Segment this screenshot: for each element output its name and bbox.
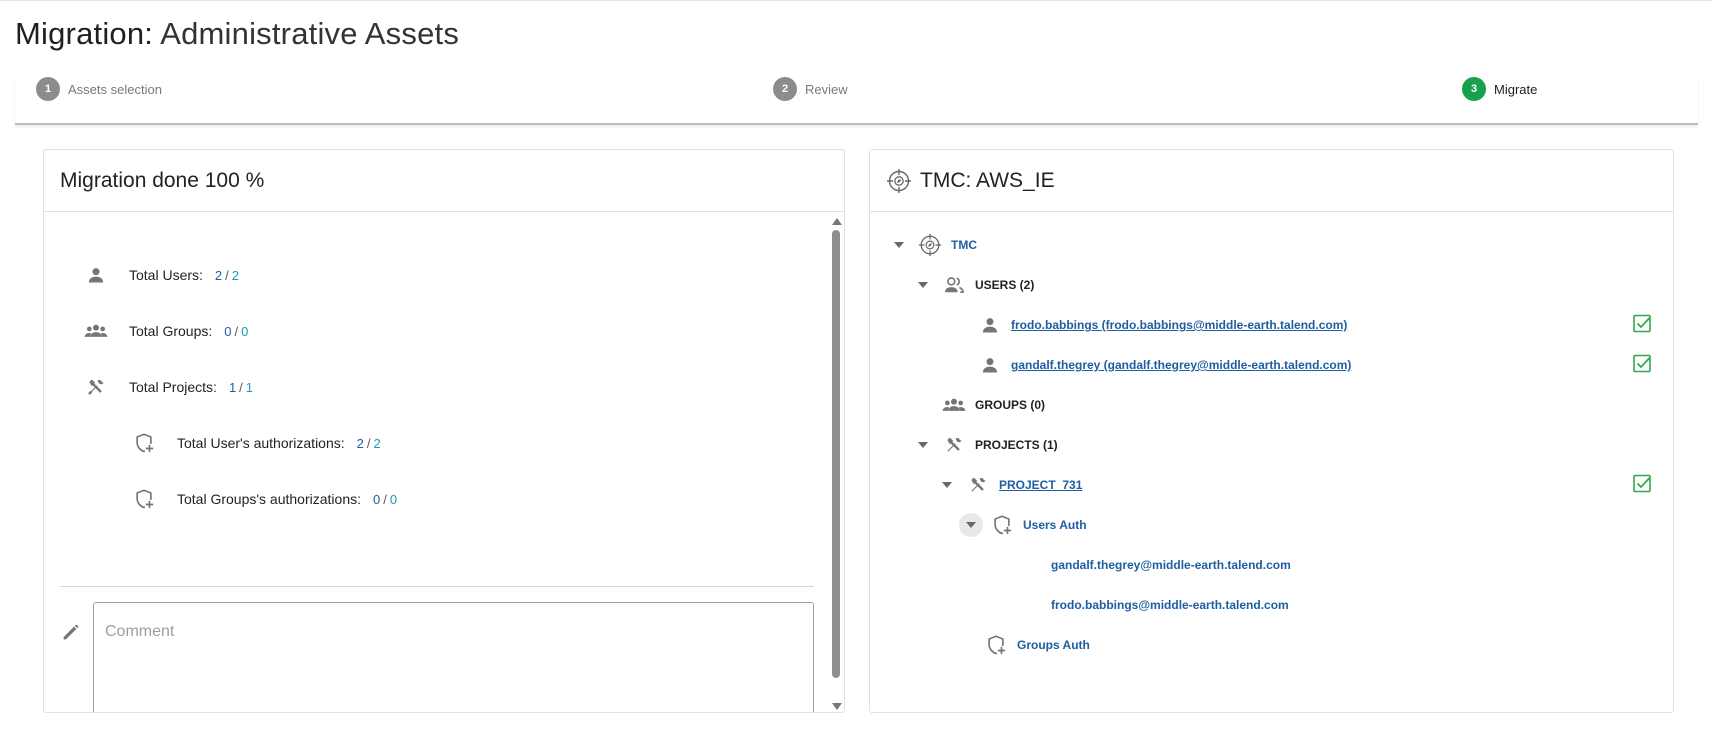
tree-node-auth-user[interactable]: frodo.babbings@middle-earth.talend.com <box>1051 590 1289 620</box>
user-icon <box>977 312 1003 338</box>
caret-down-icon[interactable] <box>911 433 935 457</box>
tree-node-tmc[interactable]: TMC <box>887 230 977 260</box>
summary-value: 0/0 <box>373 491 398 507</box>
user-link[interactable]: gandalf.thegrey (gandalf.thegrey@middle-… <box>1011 358 1351 372</box>
user-link[interactable]: frodo.babbings (frodo.babbings@middle-ea… <box>1011 318 1347 332</box>
shield-plus-icon <box>983 632 1009 658</box>
check-icon <box>1633 314 1653 334</box>
project-link[interactable]: PROJECT_731 <box>999 478 1082 492</box>
group-icon <box>941 272 967 298</box>
stepper: 1 Assets selection 2 Review 3 Migrate <box>15 73 1698 125</box>
tree-node-groups-auth[interactable]: Groups Auth <box>977 630 1090 660</box>
step-assets-selection[interactable]: 1 Assets selection <box>36 77 162 101</box>
group-icon <box>83 318 109 344</box>
step-label: Review <box>805 81 848 97</box>
tree-node-users-auth[interactable]: Users Auth <box>959 510 1087 540</box>
target-title: TMC: AWS_IE <box>920 168 1055 192</box>
tree-label: Groups Auth <box>1017 638 1090 652</box>
summary-label: Total Groups's authorizations: <box>177 491 361 507</box>
target-header: TMC: AWS_IE <box>870 150 1673 212</box>
summary-list: Total Users: 2/2 Total Groups: 0/0 Total… <box>44 212 824 712</box>
target-card: TMC: AWS_IE TMC USERS (2) frodo.babbings… <box>869 149 1674 713</box>
caret-down-icon[interactable] <box>935 473 959 497</box>
caret-down-icon[interactable] <box>911 273 935 297</box>
scroll-up-arrow-icon[interactable] <box>832 218 842 225</box>
total-user-auth-row: Total User's authorizations: 2/2 <box>131 428 381 458</box>
summary-value: 1/1 <box>228 379 254 395</box>
user-icon <box>977 352 1003 378</box>
total-projects-row: Total Projects: 1/1 <box>83 372 253 402</box>
summary-value: 0/0 <box>224 323 249 339</box>
tree-node-auth-user[interactable]: gandalf.thegrey@middle-earth.talend.com <box>1051 550 1291 580</box>
step-number: 2 <box>773 77 797 101</box>
step-label: Assets selection <box>68 81 162 97</box>
shield-plus-icon <box>131 486 157 512</box>
scroll-down-arrow-icon[interactable] <box>832 703 842 710</box>
summary-title: Migration done 100 % <box>44 150 844 212</box>
tree-node-project[interactable]: PROJECT_731 <box>935 470 1082 500</box>
summary-value: 2/2 <box>214 267 240 283</box>
step-review[interactable]: 2 Review <box>773 77 848 101</box>
tmc-compass-icon <box>917 232 943 258</box>
tree-label: PROJECTS (1) <box>975 438 1058 452</box>
tools-icon <box>83 374 109 400</box>
tree-label: USERS (2) <box>975 278 1035 292</box>
tree-label: TMC <box>951 238 977 252</box>
step-number: 1 <box>36 77 60 101</box>
page-title-prefix: Migration: <box>15 16 154 51</box>
target-tree: TMC USERS (2) frodo.babbings (frodo.babb… <box>870 212 1673 712</box>
page-title-name: Administrative Assets <box>160 16 460 51</box>
user-icon <box>83 262 109 288</box>
auth-user-label: frodo.babbings@middle-earth.talend.com <box>1051 598 1289 612</box>
tree-node-user[interactable]: frodo.babbings (frodo.babbings@middle-ea… <box>971 310 1347 340</box>
total-group-auth-row: Total Groups's authorizations: 0/0 <box>131 484 397 514</box>
step-number: 3 <box>1462 77 1486 101</box>
tree-node-user[interactable]: gandalf.thegrey (gandalf.thegrey@middle-… <box>971 350 1351 380</box>
pencil-icon <box>60 621 82 643</box>
check-icon <box>1633 354 1653 374</box>
summary-scrollbar[interactable] <box>829 212 843 712</box>
tree-node-groups[interactable]: GROUPS (0) <box>935 390 1045 420</box>
caret-down-icon[interactable] <box>887 233 911 257</box>
summary-label: Total User's authorizations: <box>177 435 345 451</box>
scroll-thumb[interactable] <box>832 230 840 678</box>
page-title: Migration: Administrative Assets <box>15 16 459 52</box>
summary-label: Total Groups: <box>129 323 213 339</box>
summary-divider <box>60 586 814 587</box>
shield-plus-icon <box>131 430 157 456</box>
shield-plus-icon <box>989 512 1015 538</box>
tree-node-users[interactable]: USERS (2) <box>911 270 1034 300</box>
tools-icon <box>965 472 991 498</box>
caret-down-icon[interactable] <box>959 513 983 537</box>
auth-user-label: gandalf.thegrey@middle-earth.talend.com <box>1051 558 1291 572</box>
summary-label: Total Users: <box>129 267 203 283</box>
total-users-row: Total Users: 2/2 <box>83 260 239 290</box>
comment-textarea[interactable] <box>93 602 814 712</box>
summary-value: 2/2 <box>356 435 381 451</box>
check-icon <box>1633 474 1653 494</box>
migration-summary-card: Migration done 100 % Total Users: 2/2 To… <box>43 149 845 713</box>
tmc-compass-icon <box>886 168 912 194</box>
tree-label: GROUPS (0) <box>975 398 1046 412</box>
step-migrate[interactable]: 3 Migrate <box>1462 77 1537 101</box>
total-groups-row: Total Groups: 0/0 <box>83 316 248 346</box>
group-icon <box>941 392 967 418</box>
tools-icon <box>941 432 967 458</box>
step-label: Migrate <box>1494 81 1538 97</box>
summary-label: Total Projects: <box>129 379 217 395</box>
tree-label: Users Auth <box>1023 518 1087 532</box>
tree-node-projects[interactable]: PROJECTS (1) <box>911 430 1058 460</box>
